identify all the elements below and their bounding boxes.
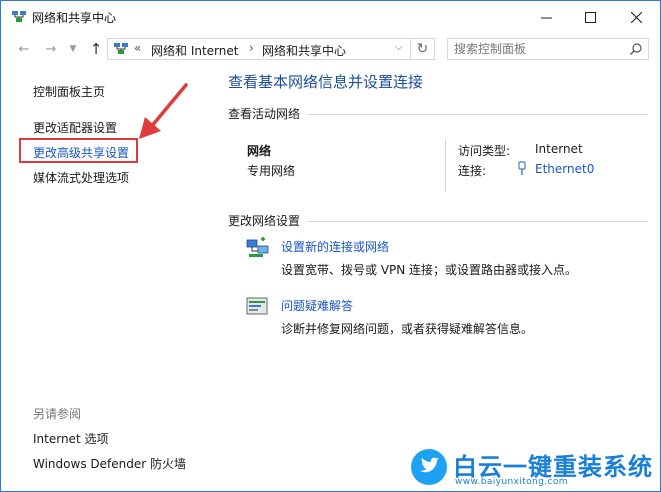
- troubleshoot-problems-link[interactable]: 问题疑难解答: [281, 297, 353, 314]
- ethernet-connection-link[interactable]: Ethernet0: [535, 162, 594, 176]
- troubleshoot-icon: [246, 297, 268, 315]
- forward-arrow-icon[interactable]: →: [42, 40, 60, 58]
- back-arrow-icon[interactable]: ←: [15, 40, 33, 58]
- ethernet-icon: [518, 161, 526, 175]
- active-networks-heading: 查看活动网络: [228, 107, 301, 121]
- refresh-icon: ↻: [416, 41, 429, 57]
- search-icon[interactable]: [629, 42, 643, 56]
- minimize-button[interactable]: [523, 1, 569, 33]
- access-type-label: 访问类型:: [458, 144, 511, 158]
- section-divider: [308, 114, 648, 115]
- search-box[interactable]: [447, 38, 649, 60]
- network-name: 网络: [247, 144, 272, 158]
- setup-new-connection-description: 设置宽带、拨号或 VPN 连接；或设置路由器或接入点。: [281, 263, 578, 277]
- close-icon: [630, 11, 642, 23]
- section-divider: [307, 221, 648, 222]
- maximize-icon: [584, 11, 596, 23]
- page-title: 查看基本网络信息并设置连接: [228, 73, 424, 91]
- new-connection-icon: [246, 237, 269, 257]
- network-type: 专用网络: [247, 164, 296, 178]
- up-arrow-icon[interactable]: ↑: [87, 40, 105, 58]
- vertical-divider: [445, 139, 446, 191]
- internet-options-link[interactable]: Internet 选项: [33, 430, 108, 447]
- breadcrumb-separator[interactable]: ›: [249, 41, 254, 55]
- control-panel-home-link[interactable]: 控制面板主页: [33, 83, 105, 100]
- bird-logo-icon: [411, 449, 447, 485]
- media-streaming-options-link[interactable]: 媒体流式处理选项: [33, 169, 129, 186]
- troubleshoot-description: 诊断并修复网络问题，或者获得疑难解答信息。: [281, 322, 534, 336]
- search-input[interactable]: [454, 41, 624, 57]
- defender-firewall-link[interactable]: Windows Defender 防火墙: [33, 455, 186, 472]
- change-adapter-settings-link[interactable]: 更改适配器设置: [33, 119, 117, 136]
- close-button[interactable]: [613, 1, 659, 33]
- watermark-logo: 白云一键重装系统 www.baiyunxitong.com: [411, 447, 657, 489]
- annotation-arrow-icon: [139, 83, 188, 139]
- window-title: 网络和共享中心: [32, 11, 117, 25]
- annotation-highlight-box: [19, 138, 138, 163]
- access-type-value: Internet: [535, 142, 583, 156]
- recent-locations-chevron-icon[interactable]: ▼: [67, 40, 79, 58]
- address-bar[interactable]: « 网络和 Internet › 网络和共享中心 ⌵: [107, 38, 411, 60]
- maximize-button[interactable]: [567, 1, 613, 33]
- see-also-heading: 另请参阅: [33, 407, 82, 421]
- minimize-icon: [540, 17, 552, 18]
- address-dropdown-chevron-icon[interactable]: ⌵: [395, 42, 403, 53]
- breadcrumb-network-sharing-center[interactable]: 网络和共享中心: [262, 42, 346, 59]
- breadcrumb-network-internet[interactable]: 网络和 Internet: [151, 42, 238, 59]
- control-panel-window: 网络和共享中心 ← → ▼ ↑ « 网络和 Internet › 网络和共享中心…: [0, 0, 661, 492]
- network-location-icon: [114, 43, 128, 54]
- watermark-url: www.baiyunxitong.com: [455, 477, 568, 487]
- setup-new-connection-link[interactable]: 设置新的连接或网络: [281, 238, 389, 255]
- refresh-button[interactable]: ↻: [411, 38, 435, 60]
- title-bar: 网络和共享中心: [1, 1, 660, 33]
- breadcrumb-overflow[interactable]: «: [134, 41, 141, 55]
- network-sharing-app-icon: [12, 11, 26, 22]
- connections-label: 连接:: [458, 164, 487, 178]
- change-network-settings-heading: 更改网络设置: [228, 214, 301, 228]
